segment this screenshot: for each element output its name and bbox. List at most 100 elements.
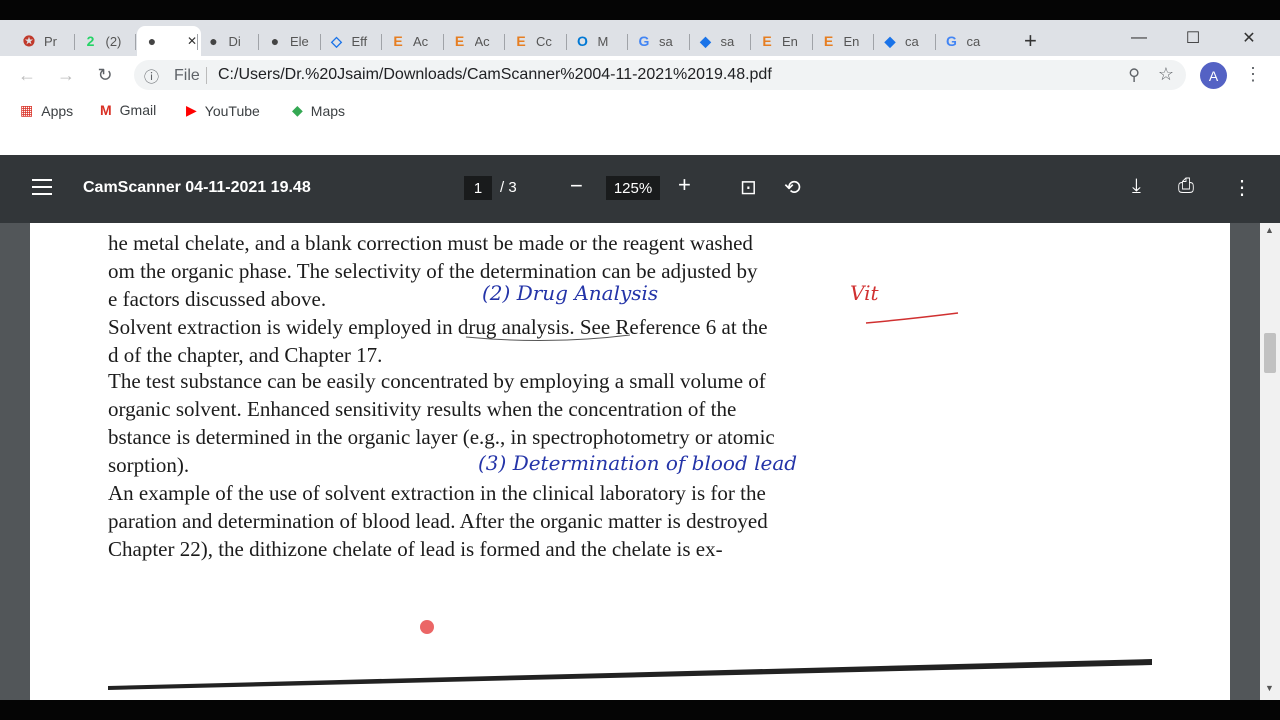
bookmark-youtube[interactable]: ▶ YouTube <box>186 102 260 119</box>
globe-icon: ● <box>147 33 157 49</box>
doc-icon: ◇ <box>331 32 342 49</box>
bookmark-apps[interactable]: ▦ Apps <box>20 102 73 119</box>
browser-tab[interactable]: E Ac <box>383 26 447 56</box>
fit-page-icon[interactable]: ⊡ <box>740 175 757 200</box>
diamond-icon: ◆ <box>700 32 711 49</box>
bookmark-maps[interactable]: ◆ Maps <box>292 102 345 119</box>
browser-toolbar: ← → ↻ ⓘ File C:/Users/Dr.%20Jsaim/Downlo… <box>0 56 1280 94</box>
tab-title: Di <box>228 33 241 49</box>
tab-separator <box>258 34 259 50</box>
browser-tab[interactable]: 2 (2) <box>76 26 140 56</box>
youtube-icon: ▶ <box>186 102 197 118</box>
e-icon: E <box>454 33 465 49</box>
maps-icon: ◆ <box>292 102 303 118</box>
browser-tab[interactable]: E Cc <box>506 26 570 56</box>
browser-tab[interactable]: Gsa <box>629 26 693 56</box>
bookmark-label: YouTube <box>204 102 260 119</box>
tab-separator <box>135 34 136 50</box>
reload-icon[interactable]: ↻ <box>92 63 118 87</box>
globe-icon: ● <box>270 33 280 49</box>
tab-title: Ele <box>290 33 309 49</box>
pen-annotations <box>108 312 1152 690</box>
tab-separator <box>934 34 936 50</box>
whatsapp-icon: 2 <box>86 33 95 49</box>
scheme-label: File <box>174 67 200 84</box>
zoom-level-input[interactable]: 125% <box>606 176 660 200</box>
google-icon: G <box>946 33 957 49</box>
browser-tab[interactable]: ● Ele <box>260 26 324 56</box>
pdf-toolbar: CamScanner 04-11-2021 19.48 1 / 3 − 125%… <box>0 155 1280 223</box>
tab-title: Ac <box>474 33 490 49</box>
vertical-scrollbar[interactable]: ▲ ▼ <box>1260 223 1280 700</box>
tab-separator <box>750 34 751 50</box>
diamond-icon: ◆ <box>884 32 896 49</box>
tab-title: ca <box>905 33 919 49</box>
forward-arrow-icon[interactable]: → <box>53 63 79 87</box>
profile-avatar[interactable]: A <box>1200 62 1227 89</box>
menu-hamburger-icon[interactable] <box>32 179 52 200</box>
page-number-input[interactable]: 1 <box>464 176 492 200</box>
url-text[interactable]: C:/Users/Dr.%20Jsaim/Downloads/CamScanne… <box>218 66 772 84</box>
zoom-magnifier-icon[interactable]: ⚲ <box>1128 65 1140 85</box>
rotate-icon[interactable]: ⟲ <box>784 175 801 200</box>
maximize-button[interactable]: ☐ <box>1170 26 1216 50</box>
browser-tab[interactable]: ◇ Eff <box>322 26 386 56</box>
browser-tab[interactable]: ◆ sa <box>691 26 755 56</box>
scroll-up-icon[interactable]: ▲ <box>1265 225 1274 235</box>
bookmark-star-icon[interactable]: ☆ <box>1158 64 1174 85</box>
tab-title: Pr <box>44 33 57 49</box>
e-icon: E <box>762 33 772 49</box>
tab-title: En <box>782 33 798 49</box>
back-arrow-icon[interactable]: ← <box>14 63 40 87</box>
tab-separator <box>319 34 321 50</box>
bookmark-label: Gmail <box>119 102 157 118</box>
figure-icon: ✪ <box>23 32 35 49</box>
scroll-thumb[interactable] <box>1264 333 1276 373</box>
outlook-icon: O <box>577 33 588 49</box>
browser-tab[interactable]: E Ac <box>445 26 509 56</box>
tab-separator <box>627 34 628 50</box>
bottom-black-border <box>0 700 1280 720</box>
browser-menu-icon[interactable]: ⋮ <box>1244 64 1262 85</box>
page-total: / 3 <box>500 179 517 196</box>
scroll-down-icon[interactable]: ▼ <box>1265 683 1274 693</box>
tab-separator <box>565 34 567 50</box>
download-icon[interactable]: ⤓ <box>1132 175 1141 198</box>
new-tab-button[interactable]: + <box>1024 26 1037 56</box>
browser-tab[interactable]: ● Di <box>199 26 263 56</box>
address-divider <box>206 67 207 84</box>
bookmark-gmail[interactable]: M Gmail <box>100 102 156 118</box>
pdf-viewer: he metal chelate, and a blank correction… <box>0 223 1280 700</box>
e-icon: E <box>516 33 526 49</box>
tab-title: Ac <box>413 33 429 49</box>
print-icon[interactable]: ⎙ <box>1178 175 1194 198</box>
bookmark-label: Apps <box>41 102 74 119</box>
pdf-title: CamScanner 04-11-2021 19.48 <box>83 179 311 196</box>
tab-separator <box>811 34 813 50</box>
tab-title: En <box>843 33 860 49</box>
browser-tab[interactable]: ● ✕ <box>137 26 201 56</box>
browser-tab[interactable]: E En <box>814 26 878 56</box>
browser-tab[interactable]: ◆ ca <box>875 26 939 56</box>
browser-tab[interactable]: ✪ Pr <box>14 26 78 56</box>
browser-tab[interactable]: E En <box>752 26 816 56</box>
close-window-button[interactable]: ✕ <box>1226 26 1272 50</box>
zoom-in-button[interactable]: + <box>678 172 691 198</box>
more-actions-icon[interactable]: ⋮ <box>1232 175 1252 200</box>
tab-title: Cc <box>536 33 552 49</box>
browser-chrome: ✪ Pr 2 (2) ● ✕ ● Di ● Ele ◇ Eff E Ac E Ac E Cc O M Gsa ◆ sa E En… <box>0 20 1280 155</box>
zoom-out-button[interactable]: − <box>570 173 583 199</box>
browser-tab[interactable]: Gca <box>937 26 1001 56</box>
tab-separator <box>381 34 382 50</box>
top-black-border <box>0 0 1280 20</box>
browser-tab[interactable]: OM <box>568 26 632 56</box>
globe-icon: ● <box>209 33 218 49</box>
tab-title: sa <box>720 33 735 49</box>
gmail-icon: M <box>100 102 112 118</box>
tab-separator <box>504 34 505 50</box>
address-bar[interactable]: ⓘ File C:/Users/Dr.%20Jsaim/Downloads/Ca… <box>134 60 1186 90</box>
bookmarks-bar: ▦ Apps M Gmail ▶ YouTube ◆ Maps <box>0 94 1280 155</box>
bookmark-label: Maps <box>310 102 346 119</box>
info-icon[interactable]: ⓘ <box>144 66 159 87</box>
minimize-button[interactable]: — <box>1116 26 1162 50</box>
